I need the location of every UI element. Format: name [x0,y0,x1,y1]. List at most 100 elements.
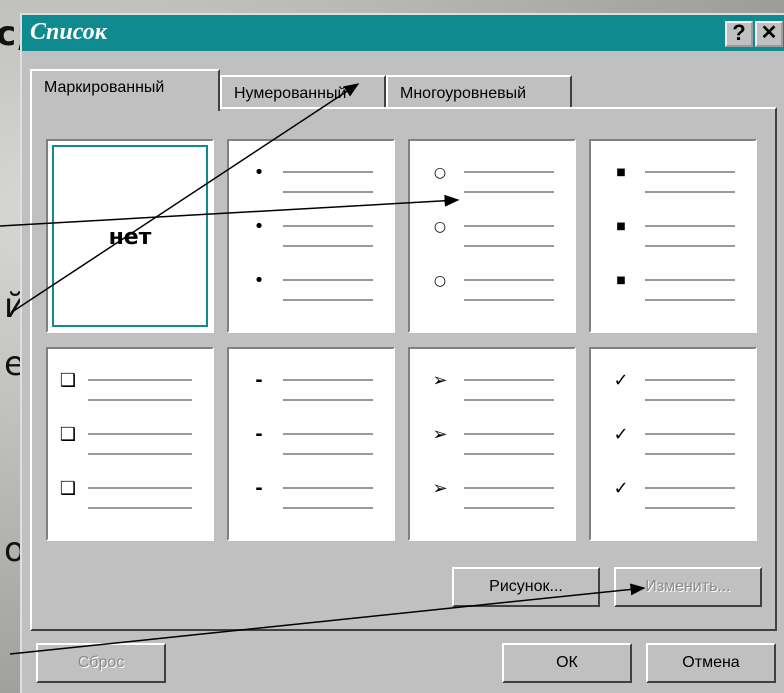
text-line [88,487,192,489]
arrowhead-icon: ➢ [432,370,448,391]
list-item: ➢ [410,371,574,411]
list-item: • [229,163,393,203]
style-square[interactable]: ■ ■ ■ [589,139,757,333]
list-item: ➢ [410,425,574,465]
dialog-title: Список [30,19,107,45]
list-item: ■ [591,163,755,203]
text-line [283,191,373,193]
text-line [464,433,554,435]
list-item: - [229,479,393,519]
text-line [645,487,735,489]
text-line [88,399,192,401]
dash-icon: - [255,370,263,391]
dash-icon: - [255,478,263,499]
list-item: • [229,217,393,257]
style-hollow-circle[interactable]: ○ ○ ○ [408,139,576,333]
text-line [283,379,373,381]
text-line [645,191,735,193]
arrowhead-icon: ➢ [432,478,448,499]
cancel-button[interactable]: Отмена [646,643,776,683]
list-item: ■ [591,271,755,311]
square-bullet-icon: ■ [616,275,626,286]
list-item: ✓ [591,425,755,465]
bullet-styles-panel: нет • • • ○ ○ ○ ■ ■ ■ ❑ ❑ ❑ - - - ➢ ➢ ➢ … [30,107,777,631]
hollow-circle-icon: ○ [433,219,447,235]
list-item: ➢ [410,479,574,519]
text-line [464,279,554,281]
checkmark-icon: ✓ [613,424,629,445]
text-line [283,225,373,227]
text-line [645,433,735,435]
text-line [464,379,554,381]
text-line [464,507,554,509]
change-button[interactable]: Изменить... [614,567,762,607]
style-none[interactable]: нет [46,139,214,333]
list-item: ✓ [591,371,755,411]
list-item: ○ [410,163,574,203]
list-item: ❑ [48,425,212,465]
list-dialog: Список ? ✕ Маркированный Нумерованный Мн… [20,13,784,693]
checkbox-icon: ❑ [59,424,77,445]
list-item: - [229,425,393,465]
text-line [645,245,735,247]
text-line [645,299,735,301]
checkmark-icon: ✓ [613,370,629,391]
text-line [88,507,192,509]
none-label: нет [108,225,152,250]
help-button[interactable]: ? [725,21,753,47]
checkbox-icon: ❑ [59,370,77,391]
reset-button[interactable]: Сброс [36,643,166,683]
text-line [464,299,554,301]
text-line [283,433,373,435]
text-line [645,279,735,281]
text-line [283,453,373,455]
text-line [464,245,554,247]
text-line [645,379,735,381]
list-item: ❑ [48,479,212,519]
arrowhead-icon: ➢ [432,424,448,445]
text-line [283,507,373,509]
list-item: • [229,271,393,311]
text-line [645,399,735,401]
style-filled-dot[interactable]: • • • [227,139,395,333]
list-item: - [229,371,393,411]
text-line [283,487,373,489]
ok-button[interactable]: ОК [502,643,632,683]
text-line [88,379,192,381]
tab-numbered[interactable]: Нумерованный [220,75,386,109]
list-item: ○ [410,271,574,311]
text-line [283,279,373,281]
tab-bulleted[interactable]: Маркированный [30,69,220,111]
style-checkbox[interactable]: ❑ ❑ ❑ [46,347,214,541]
checkmark-icon: ✓ [613,478,629,499]
text-line [88,453,192,455]
title-bar[interactable]: Список ? ✕ [22,15,784,51]
bullet-dot-icon: • [253,162,265,183]
bullet-dot-icon: • [253,216,265,237]
tab-multilevel[interactable]: Многоуровневый [386,75,572,109]
hollow-circle-icon: ○ [433,165,447,181]
dash-icon: - [255,424,263,445]
style-checkmark[interactable]: ✓ ✓ ✓ [589,347,757,541]
list-item: ○ [410,217,574,257]
text-line [645,453,735,455]
list-item: ❑ [48,371,212,411]
text-line [645,507,735,509]
style-arrowhead[interactable]: ➢ ➢ ➢ [408,347,576,541]
close-button[interactable]: ✕ [755,21,783,47]
text-line [464,191,554,193]
text-line [283,399,373,401]
checkbox-icon: ❑ [59,478,77,499]
list-item: ■ [591,217,755,257]
bullet-dot-icon: • [253,270,265,291]
list-item: ✓ [591,479,755,519]
hollow-circle-icon: ○ [433,273,447,289]
text-line [464,399,554,401]
text-line [283,171,373,173]
style-dash[interactable]: - - - [227,347,395,541]
picture-button[interactable]: Рисунок... [452,567,600,607]
text-line [283,299,373,301]
text-line [645,225,735,227]
text-line [645,171,735,173]
text-line [88,433,192,435]
